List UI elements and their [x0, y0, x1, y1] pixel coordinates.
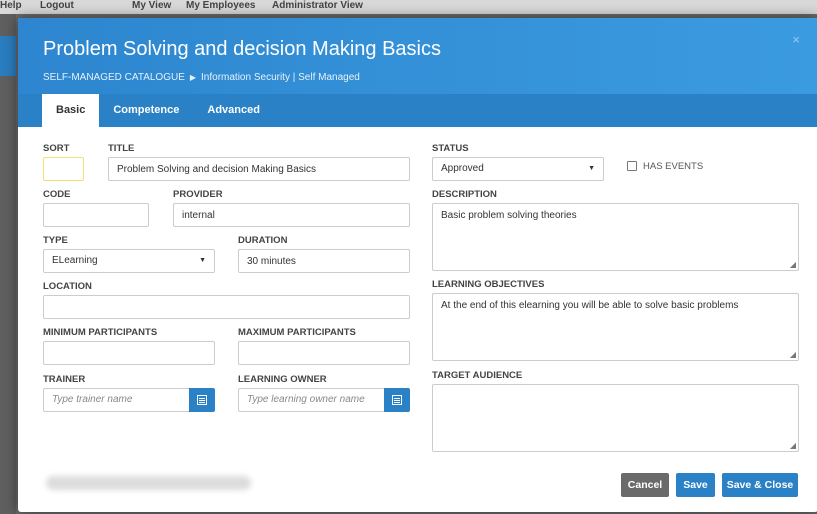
- description-text: Basic problem solving theories: [441, 210, 577, 221]
- tab-basic[interactable]: Basic: [42, 94, 100, 127]
- nav-help: Help: [0, 0, 22, 11]
- learning-objectives-label: LEARNING OBJECTIVES: [432, 279, 545, 290]
- status-select[interactable]: Approved ▼: [432, 157, 604, 181]
- breadcrumb-category[interactable]: Information Security | Self Managed: [201, 72, 360, 83]
- code-label: CODE: [43, 189, 71, 200]
- description-label: DESCRIPTION: [432, 189, 497, 200]
- title-label: TITLE: [108, 143, 135, 154]
- status-label: STATUS: [432, 143, 469, 154]
- resize-grip-icon[interactable]: ◢: [790, 260, 796, 269]
- type-select-value: ELearning: [52, 255, 98, 266]
- type-select[interactable]: ELearning ▼: [43, 249, 215, 273]
- edit-course-modal: Problem Solving and decision Making Basi…: [18, 18, 817, 512]
- max-participants-label: MAXIMUM PARTICIPANTS: [238, 327, 356, 338]
- tab-competence[interactable]: Competence: [99, 94, 193, 127]
- description-textarea[interactable]: Basic problem solving theories ◢: [432, 203, 799, 271]
- learning-owner-input[interactable]: Type learning owner name: [238, 388, 384, 412]
- breadcrumb: SELF-MANAGED CATALOGUE ▶ Information Secur…: [43, 72, 817, 84]
- learning-owner-label: LEARNING OWNER: [238, 374, 327, 385]
- cancel-button[interactable]: Cancel: [621, 473, 669, 497]
- location-input[interactable]: [43, 295, 410, 319]
- has-events-label[interactable]: HAS EVENTS: [643, 161, 703, 172]
- duration-label: DURATION: [238, 235, 288, 246]
- background-sidebar: [0, 14, 16, 514]
- save-button[interactable]: Save: [676, 473, 715, 497]
- resize-grip-icon[interactable]: ◢: [790, 350, 796, 359]
- blurred-footer-text: [46, 476, 251, 490]
- tab-bar: Basic Competence Advanced: [18, 94, 817, 127]
- chevron-down-icon: ▼: [588, 165, 595, 172]
- close-icon[interactable]: ×: [792, 32, 800, 47]
- trainer-input[interactable]: Type trainer name: [43, 388, 189, 412]
- nav-my-view: My View: [132, 0, 172, 11]
- has-events-checkbox[interactable]: [627, 161, 637, 171]
- modal-header: Problem Solving and decision Making Basi…: [18, 18, 817, 94]
- modal-title: Problem Solving and decision Making Basi…: [43, 38, 441, 60]
- chevron-down-icon: ▼: [199, 257, 206, 264]
- trainer-label: TRAINER: [43, 374, 86, 385]
- sort-input[interactable]: [43, 157, 84, 181]
- min-participants-input[interactable]: [43, 341, 215, 365]
- target-audience-textarea[interactable]: ◢: [432, 384, 799, 452]
- save-and-close-button[interactable]: Save & Close: [722, 473, 798, 497]
- target-audience-label: TARGET AUDIENCE: [432, 370, 523, 381]
- trainer-lookup-button[interactable]: [189, 388, 215, 412]
- nav-administrator-view: Administrator View: [272, 0, 363, 11]
- nav-my-employees: My Employees: [186, 0, 256, 11]
- type-label: TYPE: [43, 235, 68, 246]
- learning-owner-lookup: Type learning owner name: [238, 388, 410, 412]
- breadcrumb-catalogue[interactable]: SELF-MANAGED CATALOGUE: [43, 72, 185, 83]
- duration-input[interactable]: [238, 249, 410, 273]
- location-label: LOCATION: [43, 281, 92, 292]
- learning-owner-lookup-button[interactable]: [384, 388, 410, 412]
- max-participants-input[interactable]: [238, 341, 410, 365]
- list-icon: [197, 395, 207, 405]
- status-select-value: Approved: [441, 163, 484, 174]
- basic-form: SORT TITLE CODE PROVIDER TYPE ELearning …: [18, 127, 817, 512]
- min-participants-label: MINIMUM PARTICIPANTS: [43, 327, 158, 338]
- provider-input[interactable]: [173, 203, 410, 227]
- resize-grip-icon[interactable]: ◢: [790, 441, 796, 450]
- nav-logout: Logout: [40, 0, 74, 11]
- trainer-lookup: Type trainer name: [43, 388, 215, 412]
- learning-objectives-text: At the end of this elearning you will be…: [441, 300, 739, 311]
- code-input[interactable]: [43, 203, 149, 227]
- provider-label: PROVIDER: [173, 189, 223, 200]
- learning-objectives-textarea[interactable]: At the end of this elearning you will be…: [432, 293, 799, 361]
- sort-label: SORT: [43, 143, 70, 154]
- tab-advanced[interactable]: Advanced: [193, 94, 274, 127]
- breadcrumb-arrow-icon: ▶: [189, 73, 197, 82]
- background-nav-bar: Help Logout My View My Employees Adminis…: [0, 0, 817, 14]
- list-icon: [392, 395, 402, 405]
- title-input[interactable]: [108, 157, 410, 181]
